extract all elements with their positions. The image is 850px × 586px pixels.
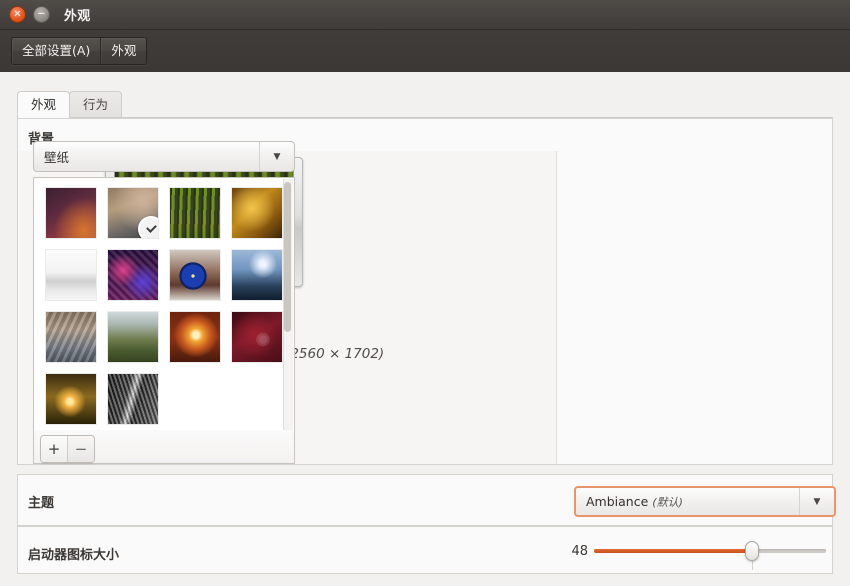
wallpaper-thumbnail[interactable]	[46, 188, 96, 238]
wallpaper-actions-bar: + −	[33, 430, 295, 464]
remove-wallpaper-button[interactable]: −	[68, 436, 94, 462]
wallpaper-thumbnail[interactable]	[46, 312, 96, 362]
scrollbar-thumb[interactable]	[284, 182, 291, 332]
background-section: 背景 (2560 × 1702) 壁纸 ▼ + −	[17, 118, 833, 465]
all-settings-button[interactable]: 全部设置(A)	[12, 38, 102, 64]
chevron-down-icon: ▼	[259, 142, 294, 171]
launcher-icon-size-control: 48	[564, 538, 826, 570]
theme-value: Ambiance	[586, 493, 649, 509]
theme-section: 主题 Ambiance (默认) ▼	[17, 474, 836, 526]
theme-value-wrapper: Ambiance (默认)	[576, 494, 799, 510]
tab-strip: 外观 行为	[17, 91, 833, 118]
wallpaper-thumbnail[interactable]	[46, 374, 96, 424]
close-icon[interactable]: ×	[9, 6, 26, 23]
theme-dropdown[interactable]: Ambiance (默认) ▼	[574, 486, 836, 517]
wallpaper-thumbnail[interactable]	[170, 188, 220, 238]
wallpaper-thumbnail[interactable]	[108, 188, 158, 238]
window-titlebar: × − 外观	[0, 0, 850, 30]
current-panel-button[interactable]: 外观	[101, 38, 147, 64]
tab-appearance[interactable]: 外观	[17, 91, 71, 118]
launcher-icon-size-slider[interactable]	[594, 541, 826, 570]
settings-content: 外观 行为 背景 (2560 × 1702) 壁纸 ▼ + − 主题 Ambia…	[0, 72, 850, 586]
settings-toolbar: 全部设置(A) 外观	[0, 30, 850, 72]
wallpaper-thumbnail[interactable]	[170, 312, 220, 362]
slider-knob[interactable]	[744, 541, 759, 561]
wallpaper-grid	[46, 188, 282, 424]
chevron-down-icon: ▼	[799, 488, 834, 515]
wallpaper-thumbnail[interactable]	[46, 250, 96, 300]
wallpaper-thumbnail[interactable]	[232, 188, 282, 238]
wallpaper-thumbnail[interactable]	[170, 250, 220, 300]
wallpaper-list[interactable]	[33, 177, 295, 431]
wallpaper-thumbnail[interactable]	[108, 250, 158, 300]
slider-fill	[594, 549, 752, 553]
window-title: 外观	[64, 9, 91, 24]
wallpaper-thumbnail[interactable]	[232, 312, 282, 362]
wallpaper-source-dropdown[interactable]: 壁纸 ▼	[33, 141, 295, 172]
launcher-icon-size-section: 启动器图标大小 48	[17, 526, 833, 574]
slider-tick	[751, 561, 753, 570]
wallpaper-thumbnail[interactable]	[108, 312, 158, 362]
wallpaper-thumbnail[interactable]	[108, 374, 158, 424]
launcher-icon-size-value: 48	[571, 543, 588, 559]
wallpaper-source-value: 壁纸	[44, 150, 70, 165]
wallpaper-list-scrollbar[interactable]	[283, 179, 293, 430]
minimize-icon[interactable]: −	[33, 6, 50, 23]
add-wallpaper-button[interactable]: +	[41, 436, 68, 462]
minimize-glyph: −	[37, 8, 46, 19]
launcher-icon-size-label: 启动器图标大小	[28, 548, 120, 563]
theme-label: 主题	[28, 496, 55, 511]
wallpaper-thumbnail[interactable]	[232, 250, 282, 300]
theme-default-suffix: (默认)	[652, 495, 683, 509]
tab-behavior[interactable]: 行为	[69, 91, 123, 117]
toolbar-button-group: 全部设置(A) 外观	[11, 37, 148, 65]
appearance-settings-window: × − 外观 全部设置(A) 外观 外观 行为 背景 (2560 × 1702)…	[0, 0, 850, 586]
close-glyph: ×	[13, 8, 22, 19]
add-remove-button-group: + −	[40, 435, 95, 463]
selected-check-icon	[138, 216, 158, 238]
